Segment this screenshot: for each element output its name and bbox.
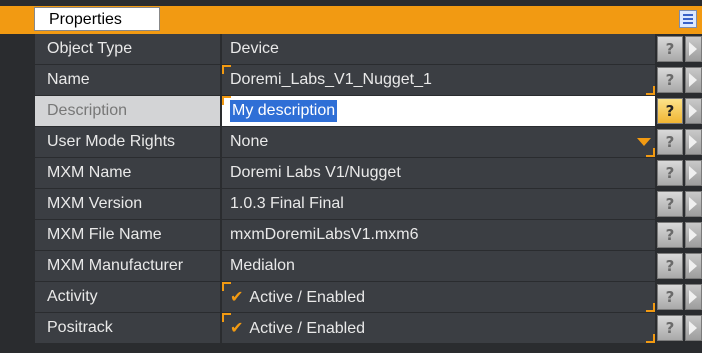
edit-bracket-br: [646, 334, 655, 343]
tab-properties[interactable]: Properties: [34, 7, 160, 31]
nav-arrow-icon[interactable]: [685, 36, 702, 62]
header-top-strip: [0, 0, 702, 6]
property-label: MXM Manufacturer: [35, 251, 220, 281]
nav-arrow-icon[interactable]: [685, 160, 702, 186]
help-icon[interactable]: ?: [657, 222, 683, 248]
nav-arrow-icon[interactable]: [685, 129, 702, 155]
description-field[interactable]: My description: [222, 96, 655, 126]
help-icon[interactable]: ?: [657, 253, 683, 279]
nav-arrow-icon[interactable]: [685, 191, 702, 217]
properties-header: Properties: [0, 0, 702, 34]
edit-bracket-br: [646, 148, 655, 157]
property-value: Medialon: [222, 251, 655, 281]
help-icon[interactable]: ?: [657, 67, 683, 93]
left-gutter: [0, 34, 35, 353]
row-mxm-version[interactable]: MXM Version 1.0.3 Final Final ?: [35, 189, 702, 220]
row-description[interactable]: Description My description ?: [35, 96, 702, 127]
row-activity[interactable]: Activity ✔ Active / Enabled ?: [35, 282, 702, 313]
property-value: Doremi Labs V1/Nugget: [222, 158, 655, 188]
nav-arrow-icon[interactable]: [685, 222, 702, 248]
row-name[interactable]: Name Doremi_Labs_V1_Nugget_1 ?: [35, 65, 702, 96]
property-label: MXM Name: [35, 158, 220, 188]
property-value-text: None: [230, 133, 269, 150]
property-value-text: Doremi Labs V1/Nugget: [230, 164, 401, 181]
nav-arrow-icon[interactable]: [685, 67, 702, 93]
property-value-text: 1.0.3 Final Final: [230, 195, 344, 212]
help-icon[interactable]: ?: [657, 284, 683, 310]
edit-bracket-br: [646, 86, 655, 95]
property-value: mxmDoremiLabsV1.mxm6: [222, 220, 655, 250]
property-label: Object Type: [35, 34, 220, 64]
row-mxm-name[interactable]: MXM Name Doremi Labs V1/Nugget ?: [35, 158, 702, 189]
property-label: Positrack: [35, 313, 220, 343]
nav-arrow-icon[interactable]: [685, 98, 702, 124]
chevron-down-icon[interactable]: [637, 138, 651, 146]
row-mxm-file-name[interactable]: MXM File Name mxmDoremiLabsV1.mxm6 ?: [35, 220, 702, 251]
property-rows: Object Type Device ? Name Doremi_Labs_V1…: [35, 34, 702, 344]
property-label: Description: [35, 96, 220, 126]
property-label: MXM File Name: [35, 220, 220, 250]
checkmark-icon[interactable]: ✔: [230, 282, 243, 312]
property-value-text: Active / Enabled: [249, 289, 366, 306]
property-label: MXM Version: [35, 189, 220, 219]
edit-bracket-tl: [222, 313, 231, 322]
properties-panel: Properties Object Type Device ? Name Dor…: [0, 0, 702, 353]
row-user-mode-rights[interactable]: User Mode Rights None ?: [35, 127, 702, 158]
row-positrack[interactable]: Positrack ✔ Active / Enabled ?: [35, 313, 702, 344]
property-value-text: Device: [230, 40, 279, 57]
property-value-text: Doremi_Labs_V1_Nugget_1: [230, 71, 432, 88]
property-label: Name: [35, 65, 220, 95]
property-value-text: Active / Enabled: [249, 320, 366, 337]
description-text-selected[interactable]: My description: [230, 100, 338, 122]
property-label: User Mode Rights: [35, 127, 220, 157]
edit-bracket-tl: [222, 282, 231, 291]
edit-bracket-br: [646, 303, 655, 312]
help-icon[interactable]: ?: [657, 36, 683, 62]
help-icon[interactable]: ?: [657, 191, 683, 217]
activity-checkbox[interactable]: ✔ Active / Enabled: [222, 282, 655, 312]
help-icon[interactable]: ?: [657, 129, 683, 155]
nav-arrow-icon[interactable]: [685, 315, 702, 341]
help-icon[interactable]: ?: [657, 315, 683, 341]
user-mode-rights-select[interactable]: None: [222, 127, 655, 157]
property-value: Device: [222, 34, 655, 64]
positrack-checkbox[interactable]: ✔ Active / Enabled: [222, 313, 655, 343]
property-value: 1.0.3 Final Final: [222, 189, 655, 219]
name-field[interactable]: Doremi_Labs_V1_Nugget_1: [222, 65, 655, 95]
list-icon[interactable]: [679, 10, 697, 28]
row-object-type[interactable]: Object Type Device ?: [35, 34, 702, 65]
property-value-text: Medialon: [230, 257, 295, 274]
property-value-text: mxmDoremiLabsV1.mxm6: [230, 226, 419, 243]
property-label: Activity: [35, 282, 220, 312]
help-icon[interactable]: ?: [657, 160, 683, 186]
help-icon[interactable]: ?: [657, 98, 683, 124]
nav-arrow-icon[interactable]: [685, 284, 702, 310]
row-mxm-manufacturer[interactable]: MXM Manufacturer Medialon ?: [35, 251, 702, 282]
checkmark-icon[interactable]: ✔: [230, 313, 243, 343]
nav-arrow-icon[interactable]: [685, 253, 702, 279]
